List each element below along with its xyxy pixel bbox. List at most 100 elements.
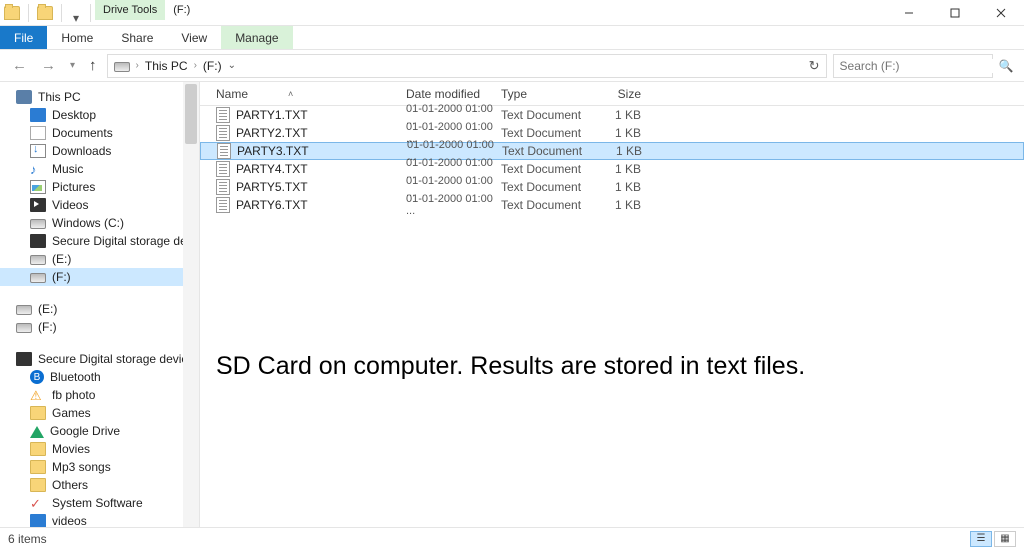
tree-item-label: Music <box>52 162 83 176</box>
file-row[interactable]: PARTY5.TXT01-01-2000 01:00 ...Text Docum… <box>200 178 1024 196</box>
scrollbar-thumb[interactable] <box>185 84 197 144</box>
maximize-button[interactable] <box>932 0 978 25</box>
back-button[interactable]: ← <box>8 55 31 76</box>
tree-item[interactable]: (E:) <box>0 250 199 268</box>
tab-view[interactable]: View <box>167 26 221 49</box>
address-dropdown-icon[interactable]: ⌄ <box>228 60 236 71</box>
tree-item[interactable]: Videos <box>0 196 199 214</box>
tree-item-label: Movies <box>52 442 90 456</box>
tree-item[interactable]: (E:) <box>0 300 199 318</box>
search-icon[interactable]: 🔍 <box>999 59 1014 73</box>
pic-icon <box>30 180 46 194</box>
music-icon: ♪ <box>30 162 46 176</box>
search-box[interactable]: 🔍 <box>833 54 993 78</box>
tree-item-label: Bluetooth <box>50 370 101 384</box>
tree-item[interactable]: Desktop <box>0 106 199 124</box>
file-name: PARTY4.TXT <box>236 162 308 176</box>
column-headers[interactable]: Name ˄ Date modified Type Size <box>200 82 1024 106</box>
down-icon <box>30 144 46 158</box>
tree-item[interactable]: Pictures <box>0 178 199 196</box>
tree-item-label: Google Drive <box>50 424 120 438</box>
tab-manage[interactable]: Manage <box>221 26 292 49</box>
text-file-icon <box>216 197 230 213</box>
tree-item[interactable]: Documents <box>0 124 199 142</box>
refresh-button[interactable]: ↻ <box>809 58 820 74</box>
file-row[interactable]: PARTY3.TXT01-01-2000 01:00 ...Text Docum… <box>200 142 1024 160</box>
annotation-text: SD Card on computer. Results are stored … <box>216 352 805 381</box>
history-dropdown-icon[interactable]: ▾ <box>66 58 79 73</box>
tree-item[interactable]: Windows (C:) <box>0 214 199 232</box>
forward-button[interactable]: → <box>37 55 60 76</box>
file-name: PARTY3.TXT <box>237 144 309 158</box>
breadcrumb[interactable]: (F:) <box>203 59 222 73</box>
file-row[interactable]: PARTY1.TXT01-01-2000 01:00 ...Text Docum… <box>200 106 1024 124</box>
details-view-button[interactable]: ☰ <box>970 531 992 547</box>
tree-item[interactable]: BBluetooth <box>0 368 199 386</box>
explorer-body: This PC Desktop Documents Downloads ♪ Music Pi… <box>0 82 1024 527</box>
close-button[interactable] <box>978 0 1024 25</box>
tree-item-label: Games <box>52 406 91 420</box>
file-row[interactable]: PARTY6.TXT01-01-2000 01:00 ...Text Docum… <box>200 196 1024 214</box>
col-type[interactable]: Type <box>501 87 591 101</box>
drive-icon <box>30 255 46 265</box>
contextual-tab-label: Drive Tools <box>95 0 165 20</box>
title-bar: ▾ Drive Tools (F:) <box>0 0 1024 26</box>
text-file-icon <box>216 179 230 195</box>
tree-item-label: Others <box>52 478 88 492</box>
tree-item-label: videos <box>52 514 87 527</box>
tree-item[interactable]: This PC <box>0 88 199 106</box>
tab-file[interactable]: File <box>0 26 47 49</box>
file-size: 1 KB <box>591 162 641 176</box>
file-size: 1 KB <box>592 144 642 158</box>
tree-item[interactable]: ♪ Music <box>0 160 199 178</box>
tab-home[interactable]: Home <box>47 26 107 49</box>
col-size[interactable]: Size <box>591 87 641 101</box>
tree-item[interactable]: Secure Digital storage device (D:) <box>0 232 199 250</box>
qat-dropdown-icon[interactable]: ▾ <box>70 12 82 24</box>
tree-item-label: (E:) <box>38 302 57 316</box>
window-title: (F:) <box>165 0 198 25</box>
drive-icon <box>16 305 32 315</box>
tree-item[interactable]: Downloads <box>0 142 199 160</box>
tree-item[interactable]: ⚠fb photo <box>0 386 199 404</box>
nav-row: ← → ▾ ↑ › This PC › (F:) ⌄ ↻ 🔍 <box>0 50 1024 82</box>
tree-item[interactable]: Movies <box>0 440 199 458</box>
file-row[interactable]: PARTY2.TXT01-01-2000 01:00 ...Text Docum… <box>200 124 1024 142</box>
tree-item[interactable]: ✓System Software <box>0 494 199 512</box>
tree-item-label: Videos <box>52 198 88 212</box>
col-name[interactable]: Name <box>216 87 248 101</box>
drive-icon <box>30 219 46 229</box>
address-bar[interactable]: › This PC › (F:) ⌄ ↻ <box>107 54 827 78</box>
sort-asc-icon: ˄ <box>288 89 293 99</box>
file-type: Text Document <box>501 198 591 212</box>
desktop-icon <box>30 108 46 122</box>
tree-item[interactable]: Secure Digital storage device (D:) <box>0 350 199 368</box>
tree-item[interactable]: Mp3 songs <box>0 458 199 476</box>
file-row[interactable]: PARTY4.TXT01-01-2000 01:00 ...Text Docum… <box>200 160 1024 178</box>
tree-item[interactable]: Others <box>0 476 199 494</box>
tab-share[interactable]: Share <box>107 26 167 49</box>
nav-tree[interactable]: This PC Desktop Documents Downloads ♪ Music Pi… <box>0 82 200 527</box>
up-button[interactable]: ↑ <box>85 55 101 76</box>
tree-item-label: This PC <box>38 90 81 104</box>
file-name: PARTY6.TXT <box>236 198 308 212</box>
file-size: 1 KB <box>591 180 641 194</box>
col-date[interactable]: Date modified <box>406 87 501 101</box>
tree-item-label: Documents <box>52 126 113 140</box>
tree-item[interactable]: videos <box>0 512 199 527</box>
file-name: PARTY5.TXT <box>236 180 308 194</box>
warning-icon: ⚠ <box>30 388 46 402</box>
breadcrumb[interactable]: This PC <box>145 59 188 73</box>
tree-item-label: Mp3 songs <box>52 460 111 474</box>
icons-view-button[interactable]: ▦ <box>994 531 1016 547</box>
tree-item[interactable]: (F:) <box>0 318 199 336</box>
tree-item[interactable]: Google Drive <box>0 422 199 440</box>
scrollbar[interactable] <box>183 82 199 527</box>
file-type: Text Document <box>501 108 591 122</box>
tree-item-label: System Software <box>52 496 143 510</box>
tree-item[interactable]: Games <box>0 404 199 422</box>
search-input[interactable] <box>840 59 995 73</box>
file-type: Text Document <box>502 144 592 158</box>
tree-item[interactable]: (F:) <box>0 268 199 286</box>
minimize-button[interactable] <box>886 0 932 25</box>
